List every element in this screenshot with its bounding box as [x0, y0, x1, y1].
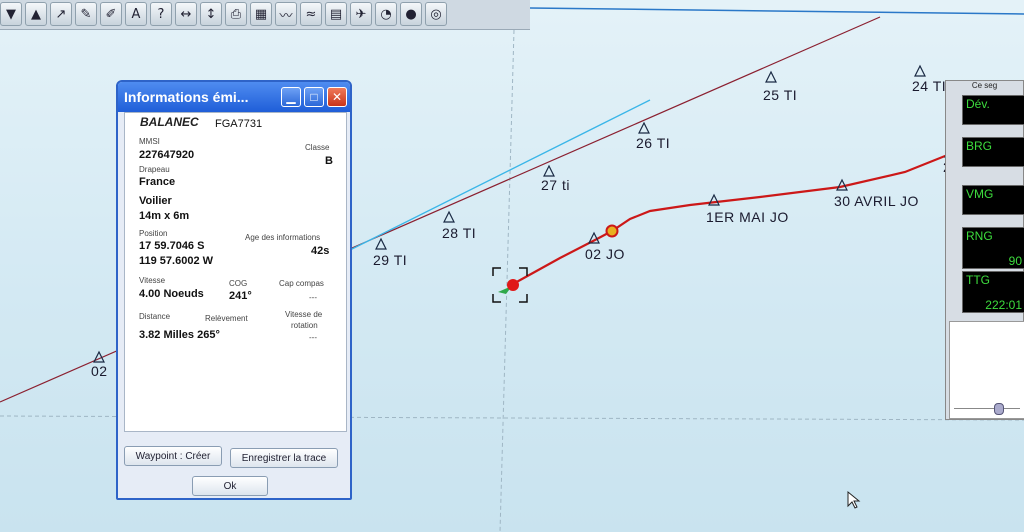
- brg-label: BRG: [966, 139, 993, 153]
- rng-box: RNG 90: [962, 227, 1024, 269]
- rot-label-2: rotation: [291, 321, 318, 330]
- ttg-value: 222:01: [985, 298, 1022, 312]
- ok-button[interactable]: Ok: [192, 476, 268, 496]
- dev-label: Dév.: [966, 97, 990, 111]
- record-track-button[interactable]: Enregistrer la trace: [230, 448, 338, 468]
- mouse-cursor-icon: [847, 490, 861, 509]
- cog-label: COG: [229, 279, 248, 288]
- create-waypoint-button[interactable]: Waypoint : Créer: [124, 446, 222, 466]
- age-value: 42s: [311, 245, 330, 257]
- panel-graph-area: [949, 321, 1024, 419]
- label-1ermai: 1ER MAI JO: [706, 209, 789, 225]
- age-label: Age des informations: [245, 233, 321, 242]
- rng-label: RNG: [966, 229, 993, 243]
- ttg-label: TTG: [966, 273, 990, 287]
- distance-bearing-value: 3.82 Milles 265°: [139, 329, 220, 341]
- label-27ti: 27 ti: [541, 177, 570, 193]
- vmg-label: VMG: [966, 187, 994, 201]
- vessel-info-window: Informations émi... ▁ □ ✕ BALANEC FGA773…: [116, 80, 352, 500]
- rot-value: ---: [309, 333, 317, 342]
- dev-box: Dév.: [962, 95, 1024, 125]
- mmsi-label: MMSI: [139, 137, 160, 146]
- instrument-panel: Ce seg Dév. BRG VMG RNG 90 TTG 222:01: [945, 80, 1024, 420]
- waypoint-icon[interactable]: [543, 164, 555, 177]
- slider-handle[interactable]: [994, 403, 1004, 415]
- label-24ti: 24 TI: [912, 78, 946, 94]
- minimize-icon[interactable]: ▁: [281, 87, 301, 107]
- waypoint-icon[interactable]: [375, 237, 387, 250]
- cog-value: 241°: [229, 290, 252, 302]
- vessel-ais-icon[interactable]: [507, 279, 519, 291]
- waypoint-icon[interactable]: [443, 210, 455, 223]
- vessel-name: BALANEC: [140, 115, 199, 129]
- label-02jo: 02 JO: [585, 246, 625, 262]
- compass-value: ---: [309, 293, 317, 302]
- mmsi-value: 227647920: [139, 149, 195, 161]
- position-label: Position: [139, 229, 168, 238]
- flag-value: France: [139, 176, 176, 188]
- info-window-body: BALANEC FGA7731 MMSI 227647920 Classe B …: [124, 112, 347, 432]
- class-value: B: [325, 155, 333, 167]
- latitude-value: 17 59.7046 S: [139, 240, 205, 252]
- brg-box: BRG: [962, 137, 1024, 167]
- track-point-marker[interactable]: [605, 224, 619, 238]
- bearing-line: [349, 99, 651, 251]
- maximize-icon[interactable]: □: [304, 87, 324, 107]
- label-26ti: 26 TI: [636, 135, 670, 151]
- label-30avril: 30 AVRIL JO: [834, 193, 919, 209]
- speed-label: Vitesse: [139, 276, 166, 285]
- waypoint-icon[interactable]: [914, 64, 926, 77]
- label-29ti: 29 TI: [373, 252, 407, 268]
- label-25ti: 25 TI: [763, 87, 797, 103]
- vessel-size: 14m x 6m: [139, 210, 190, 222]
- flag-label: Drapeau: [139, 165, 170, 174]
- panel-title: Ce seg: [971, 81, 998, 90]
- longitude-value: 119 57.6002 W: [139, 255, 214, 267]
- distance-label: Distance: [139, 312, 171, 321]
- waypoint-icon[interactable]: [765, 70, 777, 83]
- rng-value: 90: [1008, 254, 1022, 268]
- slider-track[interactable]: [954, 408, 1020, 409]
- compass-label: Cap compas: [279, 279, 324, 288]
- label-28ti: 28 TI: [442, 225, 476, 241]
- rot-label-1: Vitesse de: [285, 310, 323, 319]
- class-label: Classe: [305, 143, 330, 152]
- info-window-titlebar[interactable]: Informations émi... ▁ □ ✕: [118, 82, 350, 112]
- bearing-label: Relèvement: [205, 314, 248, 323]
- chart-frame-line: [529, 7, 1024, 15]
- label-02: 02: [91, 363, 108, 379]
- close-icon[interactable]: ✕: [327, 87, 347, 107]
- vessel-callsign: FGA7731: [215, 118, 263, 130]
- vmg-box: VMG: [962, 185, 1024, 215]
- info-window-title: Informations émi...: [124, 89, 249, 105]
- ttg-box: TTG 222:01: [962, 271, 1024, 313]
- speed-value: 4.00 Noeuds: [139, 288, 204, 300]
- waypoint-icon[interactable]: [638, 121, 650, 134]
- vessel-type: Voilier: [139, 195, 172, 207]
